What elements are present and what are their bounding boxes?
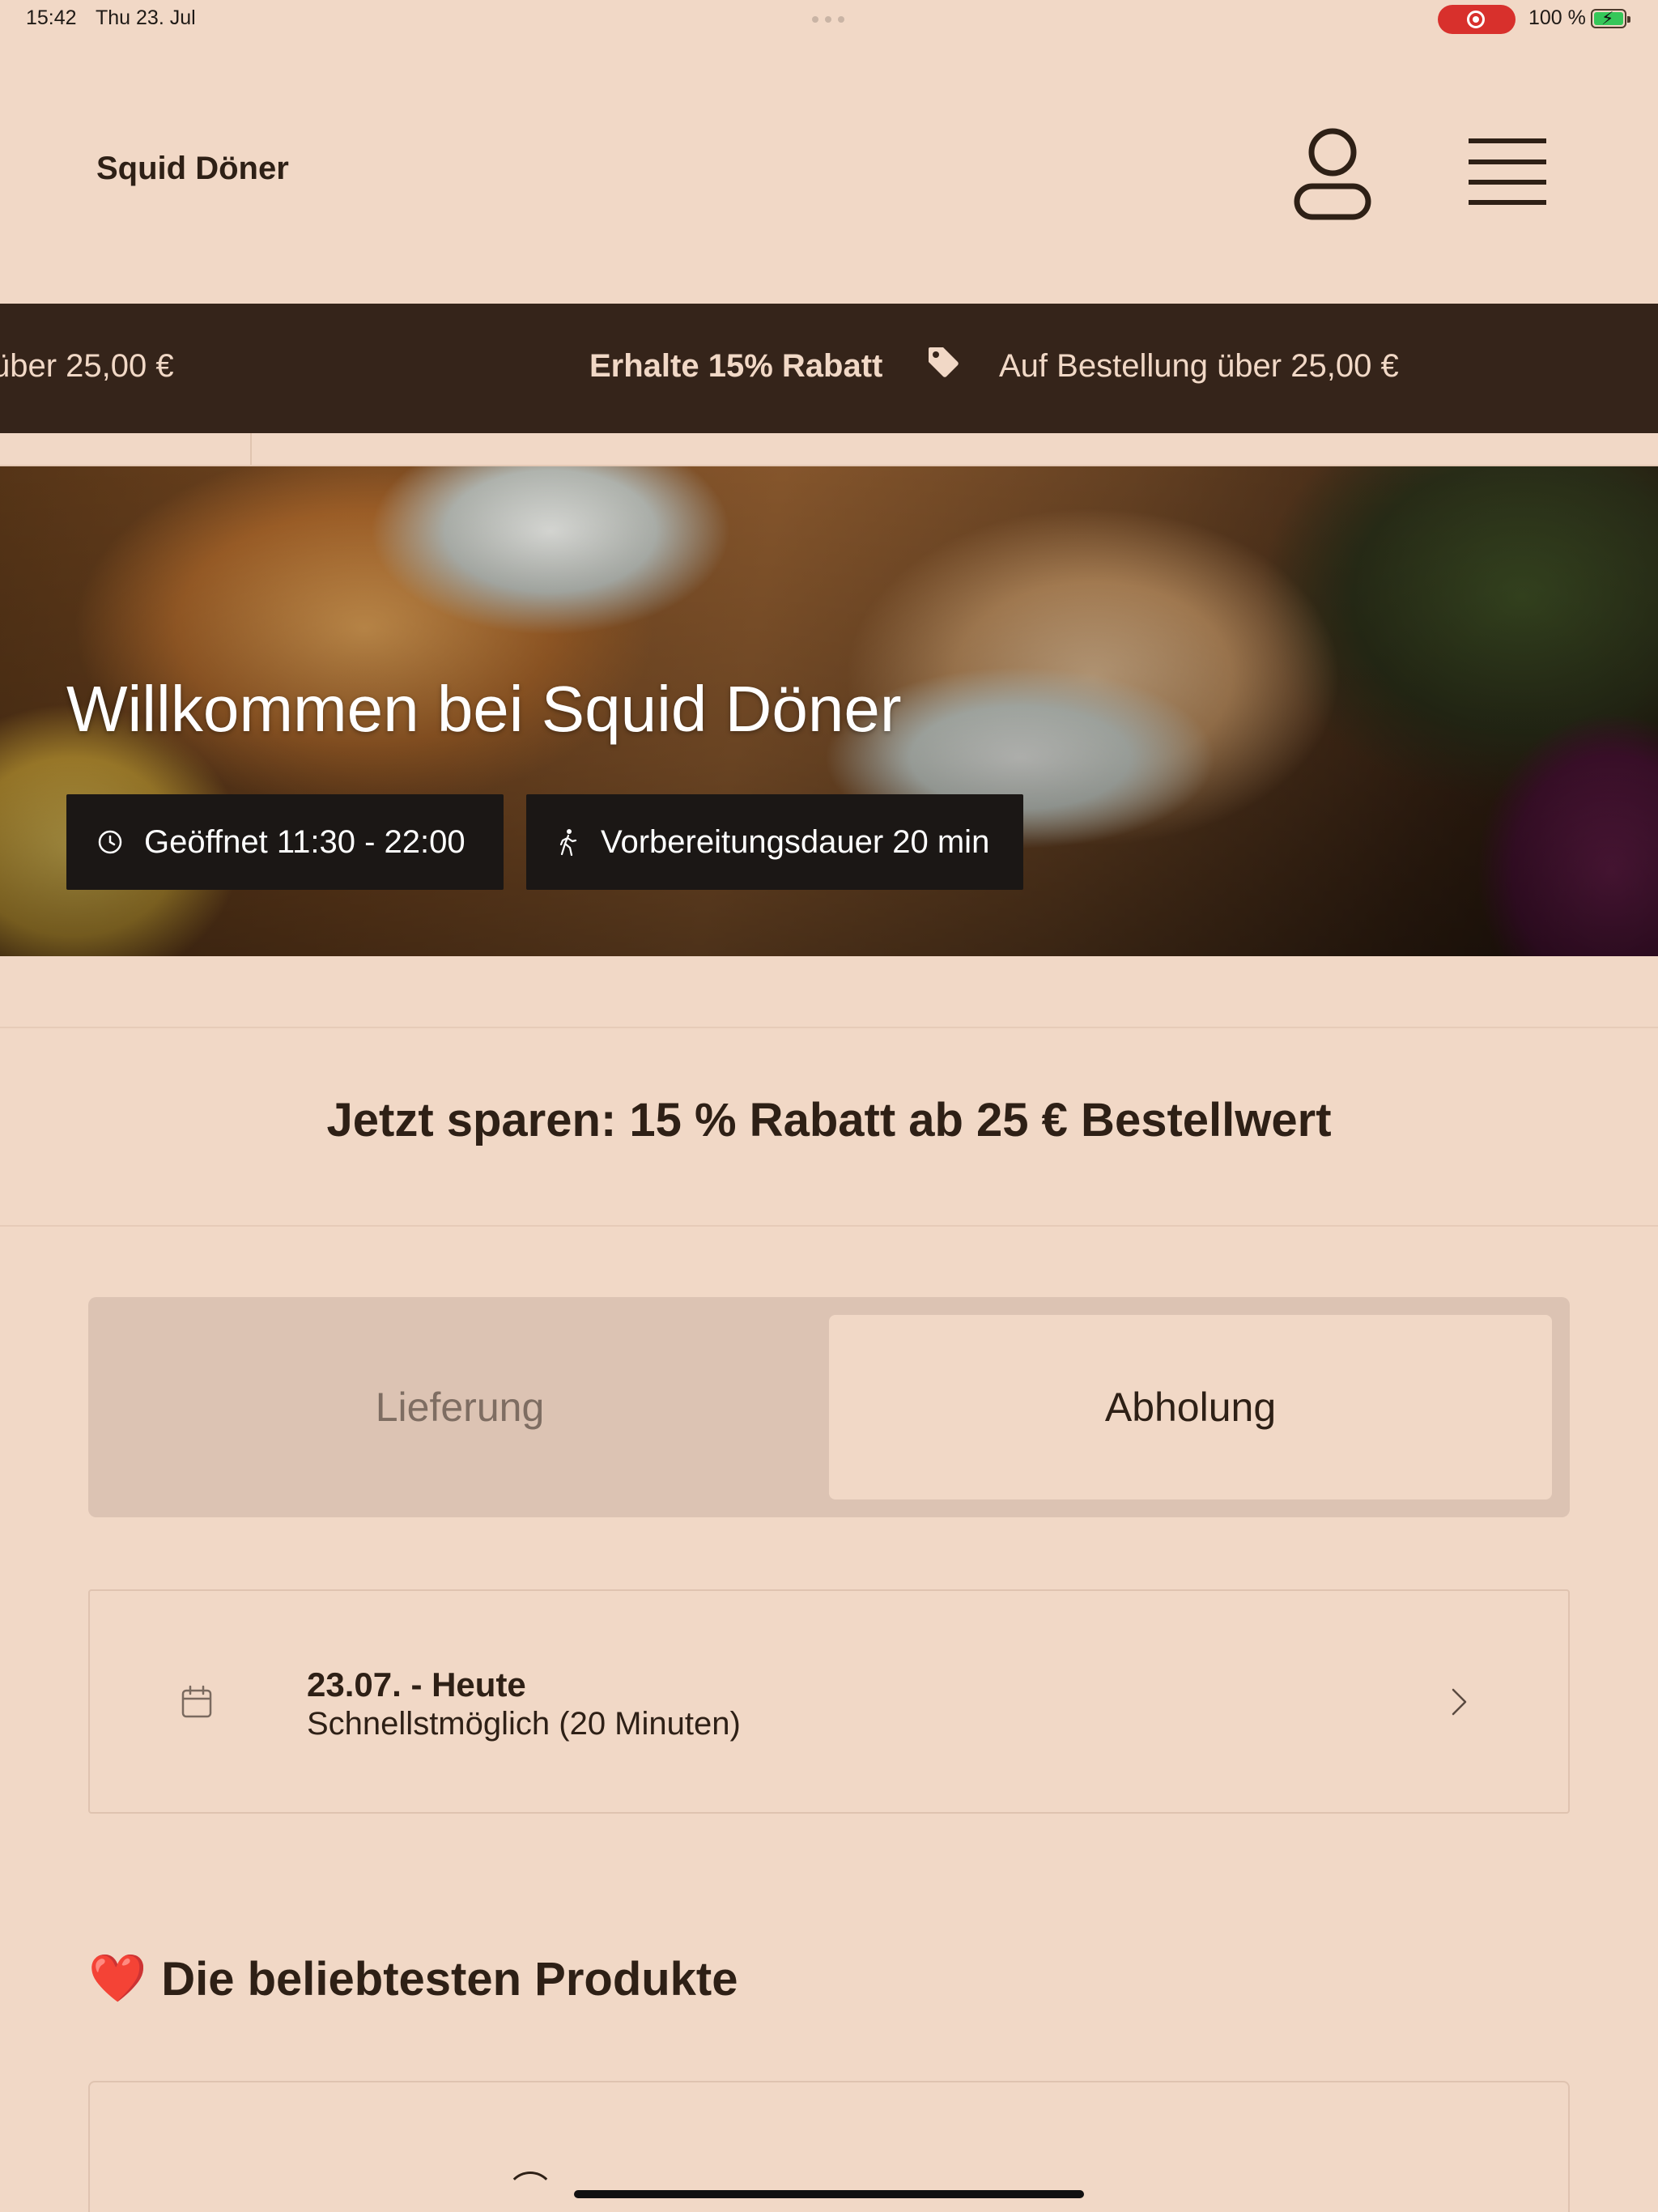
calendar-icon — [181, 1685, 212, 1718]
battery-percent: 100 % — [1528, 6, 1586, 29]
home-indicator[interactable] — [574, 2190, 1084, 2198]
loading-spinner-icon — [506, 2172, 555, 2212]
brand-name[interactable]: Squid Döner — [96, 151, 289, 187]
screen-recording-icon[interactable] — [1438, 5, 1516, 34]
heart-icon: ❤️ — [88, 1952, 147, 2005]
tab-delivery[interactable]: Lieferung — [88, 1297, 831, 1517]
opening-hours-chip: Geöffnet 11:30 - 22:00 — [66, 794, 504, 890]
menu-button[interactable] — [1465, 136, 1550, 207]
opening-hours-text: Geöffnet 11:30 - 22:00 — [144, 823, 466, 860]
hamburger-menu-icon — [1469, 138, 1546, 205]
promo-heading: Jetzt sparen: 15 % Rabatt ab 25 € Bestel… — [326, 1094, 1332, 1146]
prep-time-text: Vorbereitungsdauer 20 min — [601, 823, 990, 860]
pickup-time-selector[interactable]: 23.07. - Heute Schnellstmöglich (20 Minu… — [88, 1589, 1570, 1814]
user-icon — [1294, 128, 1371, 220]
promo-marquee: über 25,00 € Erhalte 15% Rabatt Auf Best… — [0, 304, 1658, 433]
divider — [250, 433, 252, 467]
account-button[interactable] — [1292, 126, 1373, 220]
walking-icon — [559, 829, 577, 856]
chevron-right-icon — [1452, 1688, 1467, 1716]
promo-discount-text: Erhalte 15% Rabatt — [589, 348, 883, 384]
popular-products-title: Die beliebtesten Produkte — [161, 1952, 738, 2006]
clock-icon — [98, 830, 122, 854]
promo-text-fragment: über 25,00 € — [0, 348, 174, 384]
multitasking-dots-icon[interactable] — [812, 16, 844, 23]
pickup-date: 23.07. - Heute — [307, 1665, 526, 1704]
status-time: 15:42 — [26, 6, 77, 29]
battery-charging-icon: ⚡ — [1591, 9, 1630, 28]
tab-pickup[interactable]: Abholung — [829, 1315, 1552, 1499]
hero-title: Willkommen bei Squid Döner — [66, 673, 902, 745]
status-date: Thu 23. Jul — [96, 6, 196, 29]
popular-products-heading: ❤️ Die beliebtesten Produkte — [88, 1951, 738, 2006]
divider — [0, 1027, 1658, 1028]
pickup-time-option: Schnellstmöglich (20 Minuten) — [307, 1706, 741, 1742]
order-mode-toggle: Lieferung Abholung — [88, 1297, 1570, 1517]
prep-time-chip: Vorbereitungsdauer 20 min — [526, 794, 1023, 890]
promo-condition-text: Auf Bestellung über 25,00 € — [999, 348, 1399, 384]
divider — [0, 1225, 1658, 1227]
tag-icon — [929, 347, 959, 377]
status-bar: 15:42 Thu 23. Jul 100 % ⚡ — [0, 0, 1658, 39]
